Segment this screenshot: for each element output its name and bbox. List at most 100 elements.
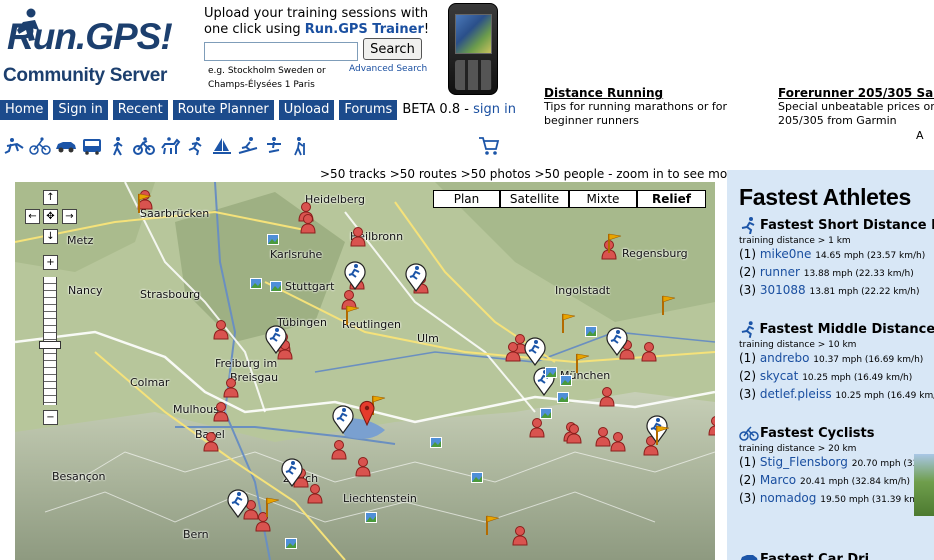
runner-icon[interactable] [185, 136, 207, 156]
route-flag-icon[interactable] [345, 304, 361, 326]
location-pin-icon[interactable] [359, 400, 375, 426]
person-marker-icon[interactable] [505, 342, 521, 362]
athlete-link[interactable]: detlef.pleiss [760, 387, 832, 401]
run-gps-trainer-link[interactable]: Run.GPS Trainer [305, 22, 424, 37]
nav-route-planner[interactable]: Route Planner [172, 99, 274, 120]
pan-right-button[interactable]: → [62, 209, 77, 224]
route-flag-icon[interactable] [265, 496, 281, 518]
athlete-link[interactable]: skycat [760, 369, 799, 383]
runner-pin-icon[interactable] [226, 488, 250, 518]
ad-title[interactable]: Distance Running [544, 86, 754, 100]
photo-marker-icon[interactable] [250, 278, 262, 289]
nav-recent[interactable]: Recent [112, 99, 168, 120]
nav-upload[interactable]: Upload [278, 99, 335, 120]
athlete-link[interactable]: nomadog [760, 491, 817, 505]
photo-marker-icon[interactable] [557, 392, 569, 403]
ad-distance-running[interactable]: Distance Running Tips for running marath… [544, 86, 754, 128]
search-input[interactable] [204, 42, 358, 61]
skier-icon[interactable] [237, 136, 259, 156]
person-marker-icon[interactable] [595, 427, 611, 447]
phone-image[interactable] [448, 3, 498, 95]
runner-pin-icon[interactable] [605, 326, 629, 356]
pan-left-button[interactable]: ← [25, 209, 40, 224]
person-marker-icon[interactable] [331, 440, 347, 460]
person-marker-icon[interactable] [223, 378, 239, 398]
pan-up-button[interactable]: ↑ [43, 190, 58, 205]
photo-marker-icon[interactable] [545, 367, 557, 378]
mountain-biker-icon[interactable] [133, 136, 155, 156]
runner-pin-icon[interactable] [280, 457, 304, 487]
photo-marker-icon[interactable] [267, 234, 279, 245]
hiker-icon[interactable] [289, 136, 311, 156]
map-type-mixte[interactable]: Mixte [569, 190, 637, 208]
zoom-in-button[interactable]: + [43, 255, 58, 270]
map[interactable]: Saarbrücken Heidelberg Heilbronn Karlsru… [15, 182, 715, 560]
person-marker-icon[interactable] [300, 214, 316, 234]
runner-pin-icon[interactable] [404, 262, 428, 292]
nav-sign-in[interactable]: Sign in [53, 99, 108, 120]
cyclist-photo[interactable] [914, 454, 934, 516]
photo-marker-icon[interactable] [430, 437, 442, 448]
search-button[interactable]: Search [363, 38, 422, 60]
ad-title[interactable]: Forerunner 205/305 Sal [778, 86, 934, 100]
nav-home[interactable]: Home [0, 99, 49, 120]
nav-forums[interactable]: Forums [339, 99, 398, 120]
runner-pin-icon[interactable] [343, 260, 367, 290]
route-flag-icon[interactable] [485, 514, 501, 536]
ad-forerunner[interactable]: Forerunner 205/305 Sal Special unbeatabl… [778, 86, 934, 128]
map-type-satellite[interactable]: Satellite [500, 190, 569, 208]
beta-sign-in-link[interactable]: sign in [473, 102, 516, 117]
person-marker-icon[interactable] [566, 424, 582, 444]
snowboarder-icon[interactable] [263, 136, 285, 156]
car-icon[interactable] [55, 136, 77, 156]
pan-down-button[interactable]: ↓ [43, 229, 58, 244]
route-flag-icon[interactable] [661, 294, 677, 316]
route-flag-icon[interactable] [137, 192, 153, 214]
person-marker-icon[interactable] [641, 342, 657, 362]
athlete-link[interactable]: 301088 [760, 283, 806, 297]
runner-pin-icon[interactable] [523, 336, 547, 366]
route-flag-icon[interactable] [607, 232, 623, 254]
zoom-out-button[interactable]: − [43, 410, 58, 425]
person-marker-icon[interactable] [350, 227, 366, 247]
route-flag-icon[interactable] [561, 312, 577, 334]
photo-marker-icon[interactable] [365, 512, 377, 523]
horse-rider-icon[interactable] [159, 136, 181, 156]
map-type-relief[interactable]: Relief [637, 190, 706, 208]
photo-marker-icon[interactable] [471, 472, 483, 483]
photo-marker-icon[interactable] [285, 538, 297, 549]
walker-icon[interactable] [107, 136, 129, 156]
person-marker-icon[interactable] [512, 526, 528, 546]
person-marker-icon[interactable] [203, 432, 219, 452]
runner-pin-icon[interactable] [331, 404, 355, 434]
route-flag-icon[interactable] [655, 424, 671, 446]
cyclist-icon[interactable] [29, 136, 51, 156]
inline-skater-icon[interactable] [3, 136, 25, 156]
sailboat-icon[interactable] [211, 136, 233, 156]
person-marker-icon[interactable] [610, 432, 626, 452]
map-type-plan[interactable]: Plan [433, 190, 500, 208]
athlete-link[interactable]: runner [760, 265, 800, 279]
run-gps-logo[interactable]: Run.GPS! Community Server [3, 8, 203, 86]
advanced-search-link[interactable]: Advanced Search [349, 64, 427, 74]
person-marker-icon[interactable] [599, 387, 615, 407]
person-marker-icon[interactable] [708, 416, 715, 436]
photo-marker-icon[interactable] [270, 281, 282, 292]
photo-marker-icon[interactable] [560, 375, 572, 386]
route-flag-icon[interactable] [575, 352, 591, 374]
zoom-slider-thumb[interactable] [39, 341, 61, 349]
athlete-link[interactable]: mike0ne [760, 247, 812, 261]
person-marker-icon[interactable] [529, 418, 545, 438]
runner-pin-icon[interactable] [264, 324, 288, 354]
athlete-link[interactable]: andrebo [760, 351, 810, 365]
shopping-cart-icon[interactable] [478, 136, 500, 156]
photo-marker-icon[interactable] [585, 326, 597, 337]
photo-marker-icon[interactable] [540, 408, 552, 419]
person-marker-icon[interactable] [213, 320, 229, 340]
athlete-link[interactable]: Marco [760, 473, 796, 487]
bus-icon[interactable] [81, 136, 103, 156]
person-marker-icon[interactable] [307, 484, 323, 504]
person-marker-icon[interactable] [355, 457, 371, 477]
pan-center-button[interactable]: ✥ [43, 209, 58, 224]
person-marker-icon[interactable] [213, 402, 229, 422]
